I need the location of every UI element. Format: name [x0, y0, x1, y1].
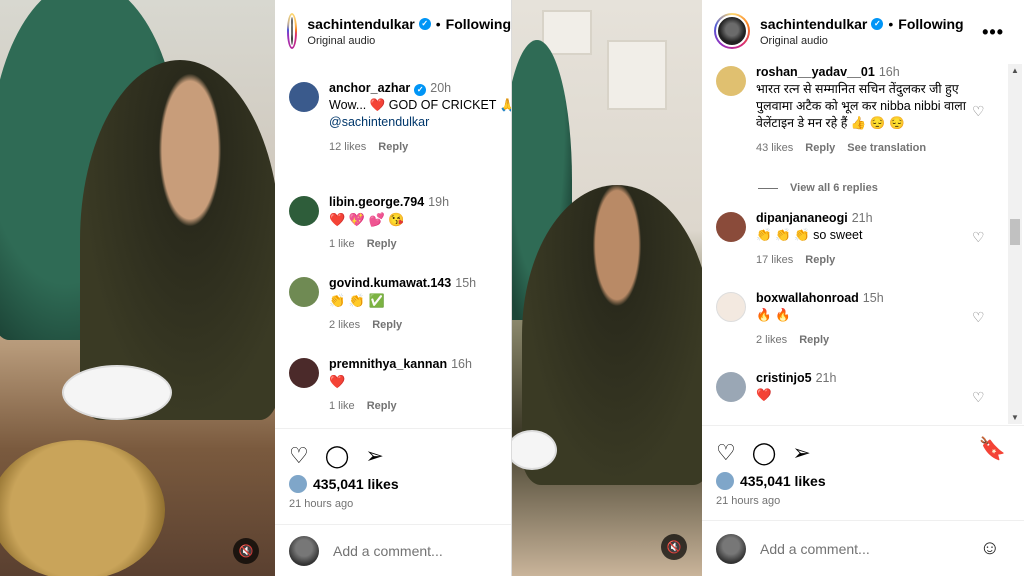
avatar[interactable] [289, 358, 319, 388]
author-avatar[interactable] [287, 13, 298, 49]
mute-button[interactable]: 🔇 [661, 534, 687, 560]
comment-item: roshan__yadav__01 16h भारत रत्न से सम्मान… [702, 64, 1024, 174]
avatar[interactable] [289, 196, 319, 226]
author-avatar[interactable] [714, 13, 750, 49]
comment-input[interactable]: Add a comment... [760, 541, 870, 557]
post-panel-left: sachintendulkar ✓ • Following Original a… [275, 0, 512, 576]
scroll-down-icon[interactable]: ▼ [1011, 413, 1019, 422]
following-button[interactable]: Following [898, 16, 963, 32]
comment-username[interactable]: govind.kumawat.143 [329, 276, 451, 290]
audio-label[interactable]: Original audio [307, 35, 511, 47]
post-panel-right: sachintendulkar ✓ • Following Original a… [702, 0, 1024, 576]
wall-frame [607, 40, 667, 110]
verified-icon: ✓ [871, 17, 884, 30]
comment-text: भारत रत्न से सम्मानित सचिन तेंदुलकर जी ह… [756, 82, 966, 130]
liker-avatar [289, 475, 307, 493]
avatar [716, 533, 746, 564]
avatar[interactable] [716, 212, 746, 242]
mention-link[interactable]: @sachintendulkar [329, 115, 429, 129]
comment-text: ❤️ [329, 374, 346, 389]
likes-count[interactable]: 435,041 likes [740, 473, 826, 489]
comment-item: libin.george.794 19h ❤️ 💖 💕 😘 1 like Reply [275, 194, 511, 275]
avatar[interactable] [289, 82, 319, 112]
verified-icon: ✓ [418, 17, 431, 30]
comment-item: premnithya_kannan 16h ❤️ 1 like Reply [275, 356, 511, 426]
audio-label[interactable]: Original audio [760, 35, 964, 47]
avatar[interactable] [289, 277, 319, 307]
mute-button[interactable]: 🔇 [233, 538, 259, 564]
comment-like-icon[interactable]: ♡ [972, 310, 986, 324]
action-bar: ♡ ◯ ➢ 🔖 435,041 likes 21 hours ago [702, 425, 1024, 525]
reply-button[interactable]: Reply [805, 254, 835, 266]
avatar[interactable] [716, 292, 746, 322]
comment-icon[interactable]: ◯ [752, 442, 777, 464]
liker-avatar [716, 472, 734, 490]
bookmark-icon[interactable]: 🔖 [979, 436, 1006, 462]
comment-username[interactable]: libin.george.794 [329, 195, 424, 209]
author-username[interactable]: sachintendulkar [307, 16, 414, 32]
comment-text: 👏 👏 👏 so sweet [756, 228, 863, 242]
avatar [289, 535, 319, 566]
plate [62, 365, 172, 420]
comment-like-icon[interactable]: ♡ [972, 390, 986, 404]
comment-like-icon[interactable]: ♡ [972, 230, 986, 244]
emoji-icon[interactable]: ☺ [980, 537, 1000, 560]
heart-icon[interactable]: ♡ [716, 442, 736, 464]
post-header: sachintendulkar ✓ • Following Original a… [702, 0, 1024, 62]
author-username[interactable]: sachintendulkar [760, 16, 867, 32]
comment-text: ❤️ 💖 💕 😘 [329, 212, 405, 227]
avatar[interactable] [716, 372, 746, 402]
verified-icon: ✓ [414, 84, 427, 96]
comment-like-icon[interactable]: ♡ [972, 104, 986, 118]
share-icon[interactable]: ➢ [365, 445, 383, 467]
reply-button[interactable]: Reply [367, 238, 397, 250]
scroll-thumb[interactable] [1010, 219, 1020, 245]
comment-username[interactable]: boxwallahonroad [756, 291, 859, 305]
video-right[interactable]: 🔇 [512, 0, 702, 576]
comments-scrollbar[interactable]: ▲ ▼ [1008, 64, 1022, 424]
comment-item: dipanjananeogi 21h 👏 👏 👏 so sweet 17 like… [702, 210, 1024, 290]
scroll-up-icon[interactable]: ▲ [1011, 66, 1019, 75]
comment-item: cristinjo5 21h ❤️ ♡ [702, 370, 1024, 410]
comment-username[interactable]: anchor_azhar [329, 81, 410, 95]
heart-icon[interactable]: ♡ [289, 445, 309, 467]
comment-text: Wow... ❤️ GOD OF CRICKET 🙏 The Whole Nat… [329, 98, 511, 129]
comment-text: 🔥 🔥 [756, 308, 791, 322]
reply-button[interactable]: Reply [378, 141, 408, 153]
comment-icon[interactable]: ◯ [325, 445, 350, 467]
more-icon[interactable]: ••• [982, 22, 1004, 43]
comment-text: ❤️ [756, 388, 772, 402]
comment-item: anchor_azhar ✓ 20h Wow... ❤️ GOD OF CRICKE… [275, 80, 511, 160]
comments-list[interactable]: roshan__yadav__01 16h भारत रत्न से सम्मान… [702, 64, 1024, 426]
comment-text: 👏 👏 ✅ [329, 293, 385, 308]
comment-username[interactable]: premnithya_kannan [329, 357, 447, 371]
post-time: 21 hours ago [716, 495, 781, 507]
post-time: 21 hours ago [289, 498, 354, 510]
comment-item: govind.kumawat.143 15h 👏 👏 ✅ 2 likes Reply [275, 275, 511, 356]
likes-count[interactable]: 435,041 likes [313, 476, 399, 492]
comment-username[interactable]: roshan__yadav__01 [756, 65, 875, 79]
add-comment-bar: Add a comment... [275, 524, 511, 576]
cake-platter [0, 440, 165, 576]
mute-icon: 🔇 [238, 544, 254, 558]
view-replies-button[interactable]: View all 6 replies [702, 182, 1024, 194]
see-translation-button[interactable]: See translation [847, 142, 926, 154]
action-bar: ♡ ◯ ➢ 435,041 likes 21 hours ago [275, 428, 511, 528]
video-left[interactable]: 🔇 [0, 0, 275, 576]
comment-input[interactable]: Add a comment... [333, 543, 443, 559]
following-button[interactable]: Following [446, 16, 511, 32]
post-header: sachintendulkar ✓ • Following Original a… [275, 0, 511, 62]
reply-button[interactable]: Reply [799, 334, 829, 346]
comment-item: boxwallahonroad 15h 🔥 🔥 2 likes Reply ♡ [702, 290, 1024, 370]
reply-button[interactable]: Reply [805, 142, 835, 154]
avatar[interactable] [716, 66, 746, 96]
mute-icon: 🔇 [666, 540, 682, 554]
comment-username[interactable]: dipanjananeogi [756, 211, 848, 225]
reply-button[interactable]: Reply [372, 319, 402, 331]
comment-username[interactable]: cristinjo5 [756, 371, 812, 385]
reply-button[interactable]: Reply [367, 400, 397, 412]
add-comment-bar: Add a comment... ☺ [702, 520, 1024, 576]
share-icon[interactable]: ➢ [792, 442, 810, 464]
comments-list[interactable]: anchor_azhar ✓ 20h Wow... ❤️ GOD OF CRICKE… [275, 80, 511, 426]
